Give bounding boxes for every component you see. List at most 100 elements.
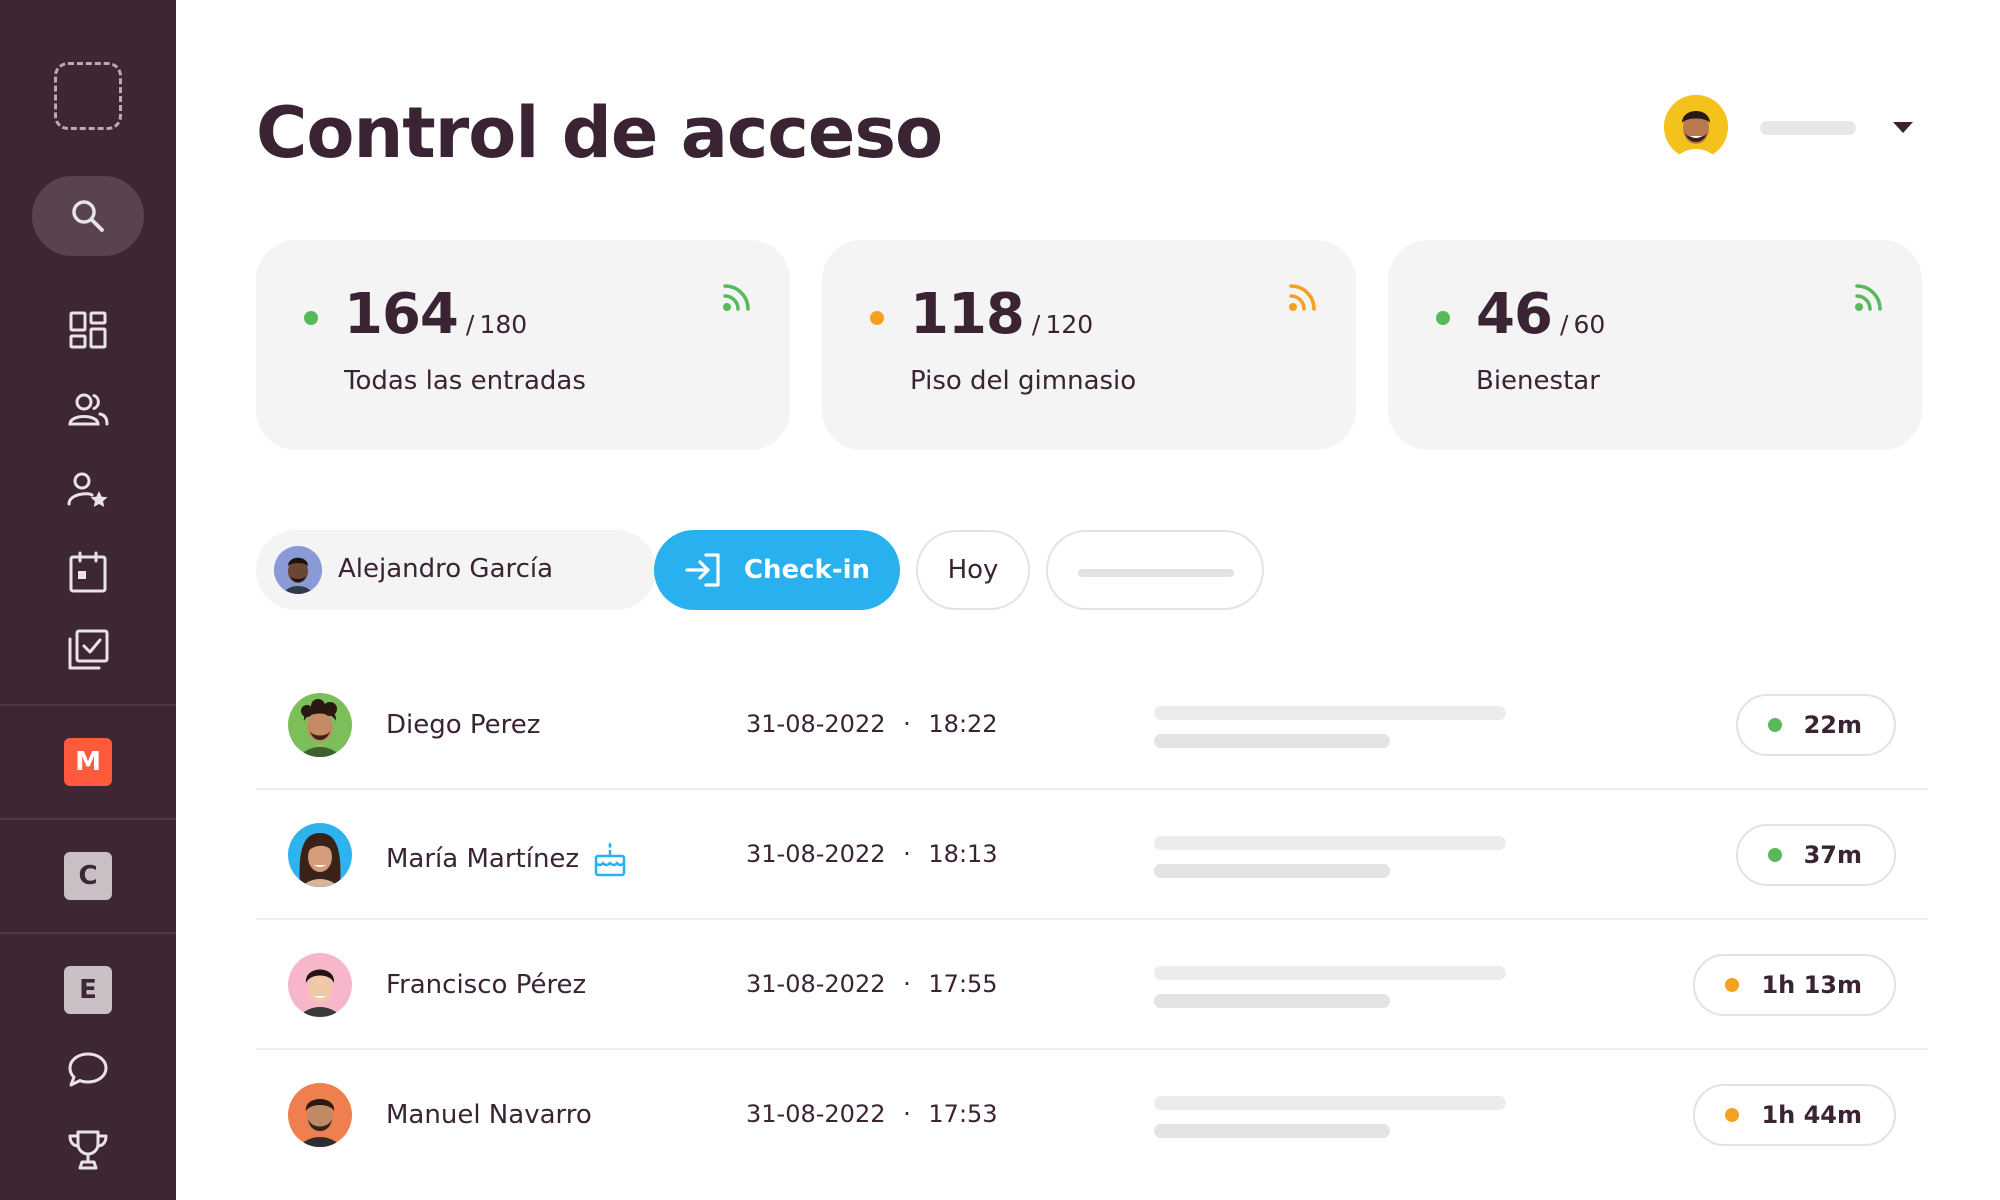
- status-dot: [1725, 978, 1740, 992]
- member-name: María Martínez: [386, 840, 627, 878]
- avatar: [288, 823, 352, 887]
- placeholder-line: [1154, 1096, 1506, 1110]
- status-dot: [304, 311, 318, 325]
- member-name: Francisco Pérez: [386, 970, 586, 1000]
- checkin-date: 31-08-2022: [746, 840, 886, 868]
- duration-badge: 1h 44m: [1693, 1084, 1896, 1146]
- duration-text: 37m: [1803, 841, 1862, 869]
- table-row[interactable]: Diego Perez 31-08-2022 · 18:22 22m: [256, 660, 1928, 790]
- status-dot: [1767, 718, 1782, 732]
- avatar: [288, 953, 352, 1017]
- table-row[interactable]: Francisco Pérez 31-08-2022 · 17:55 1h 13…: [256, 920, 1928, 1050]
- avatar-image: [288, 953, 352, 1017]
- avatar-image: [288, 693, 352, 757]
- caret-down-icon[interactable]: [1893, 122, 1913, 133]
- sidebar-item-tasks[interactable]: [0, 626, 176, 674]
- feed-icon: [1289, 284, 1316, 311]
- sidebar-item-calendar[interactable]: [0, 548, 176, 596]
- stat-capacity: 60: [1573, 310, 1606, 339]
- member-star-icon: [67, 472, 108, 507]
- workspace-badge: E: [64, 966, 112, 1014]
- placeholder-line: [1154, 966, 1506, 980]
- sidebar-logo[interactable]: [0, 58, 176, 134]
- sidebar-item-chat[interactable]: [0, 1046, 176, 1094]
- stat-card-all-entries[interactable]: 164/ 180 Todas las entradas: [256, 240, 790, 450]
- stat-separator: /: [1031, 310, 1041, 339]
- sidebar-item-favorite-members[interactable]: [0, 466, 176, 514]
- sidebar-item-search[interactable]: [0, 176, 176, 256]
- user-avatar-image: [1664, 95, 1728, 159]
- sidebar-workspace-m[interactable]: M: [0, 738, 176, 786]
- stat-capacity: 180: [479, 310, 528, 339]
- search-icon: [72, 200, 104, 232]
- stat-card-gym-floor[interactable]: 118/ 120 Piso del gimnasio: [822, 240, 1356, 450]
- checklist-icon: [68, 629, 109, 670]
- member-name: Alejandro García: [338, 554, 554, 584]
- status-dot: [1767, 848, 1782, 862]
- check-in-button[interactable]: Check-in: [654, 530, 900, 610]
- page-title: Control de acceso: [256, 92, 943, 174]
- sidebar-divider: [0, 818, 176, 820]
- status-dot: [1436, 311, 1450, 325]
- duration-text: 1h 44m: [1761, 1101, 1862, 1129]
- search-pill[interactable]: [32, 176, 144, 256]
- member-avatar-image: [274, 546, 322, 594]
- placeholder-line: [1154, 994, 1390, 1008]
- date-filter-today[interactable]: Hoy: [916, 530, 1030, 610]
- dashboard-icon: [69, 311, 107, 349]
- check-in-label: Check-in: [743, 555, 871, 585]
- status-dot: [1725, 1108, 1740, 1122]
- status-dot: [870, 311, 884, 325]
- stat-value: 46: [1476, 282, 1553, 347]
- sidebar-item-achievements[interactable]: [0, 1126, 176, 1174]
- stat-separator: /: [1559, 310, 1569, 339]
- stat-count: 164/ 180: [344, 282, 527, 347]
- sidebar-divider: [0, 704, 176, 706]
- stat-label: Todas las entradas: [344, 366, 586, 396]
- stat-separator: /: [465, 310, 475, 339]
- avatar-image: [288, 1083, 352, 1147]
- user-avatar[interactable]: [1664, 95, 1728, 159]
- checkin-date: 31-08-2022: [746, 970, 886, 998]
- filter-placeholder-button[interactable]: [1046, 530, 1264, 610]
- trophy-icon: [68, 1130, 108, 1170]
- user-name-placeholder[interactable]: [1760, 121, 1856, 135]
- table-row[interactable]: María Martínez 31-08-2022 · 18:13 37m: [256, 790, 1928, 920]
- checkin-time: 18:22: [928, 710, 998, 738]
- member-name-text: Diego Perez: [386, 710, 541, 740]
- sidebar-item-members[interactable]: [0, 386, 176, 434]
- member-name: Manuel Navarro: [386, 1100, 592, 1130]
- sidebar-workspace-e[interactable]: E: [0, 966, 176, 1014]
- calendar-icon: [69, 551, 107, 593]
- duration-badge: 22m: [1735, 694, 1896, 756]
- checkin-datetime: 31-08-2022 · 18:22: [746, 710, 998, 738]
- placeholder-line: [1154, 864, 1390, 878]
- duration-text: 22m: [1803, 711, 1862, 739]
- avatar: [288, 693, 352, 757]
- datetime-separator: ·: [903, 710, 911, 738]
- logo-placeholder-icon: [54, 62, 122, 130]
- duration-text: 1h 13m: [1761, 971, 1862, 999]
- checkin-datetime: 31-08-2022 · 17:55: [746, 970, 998, 998]
- filter-placeholder-bar: [1078, 569, 1234, 577]
- sidebar-workspace-c[interactable]: C: [0, 852, 176, 900]
- stat-card-wellness[interactable]: 46/ 60 Bienestar: [1388, 240, 1922, 450]
- checkin-datetime: 31-08-2022 · 17:53: [746, 1100, 998, 1128]
- chat-icon: [68, 1052, 108, 1087]
- sidebar-item-dashboard[interactable]: [0, 306, 176, 354]
- table-row[interactable]: Manuel Navarro 31-08-2022 · 17:53 1h 44m: [256, 1050, 1928, 1180]
- workspace-badge: C: [64, 852, 112, 900]
- avatar: [288, 1083, 352, 1147]
- placeholder-line: [1154, 836, 1506, 850]
- checkin-time: 18:13: [928, 840, 998, 868]
- member-name-text: Manuel Navarro: [386, 1100, 592, 1130]
- checkin-time: 17:53: [928, 1100, 998, 1128]
- stat-label: Bienestar: [1476, 366, 1600, 396]
- member-avatar: [274, 546, 322, 594]
- stat-count: 46/ 60: [1476, 282, 1605, 347]
- member-search-field[interactable]: Alejandro García: [256, 530, 656, 610]
- stat-count: 118/ 120: [910, 282, 1093, 347]
- stat-value: 118: [910, 282, 1025, 347]
- stat-label: Piso del gimnasio: [910, 366, 1137, 396]
- placeholder-line: [1154, 1124, 1390, 1138]
